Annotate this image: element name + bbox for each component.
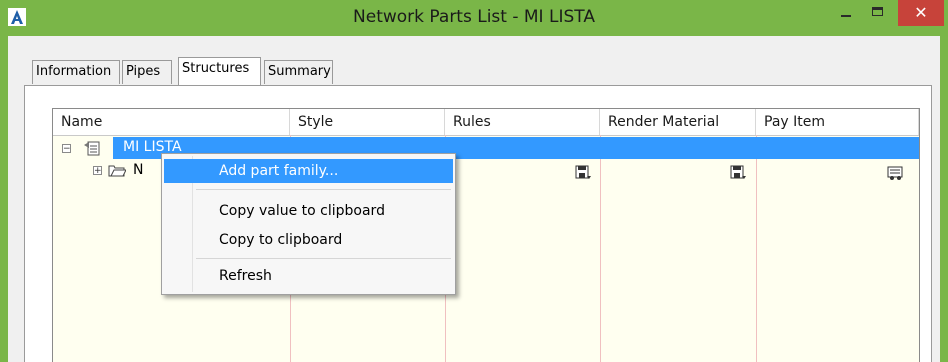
- column-header-render-material[interactable]: Render Material: [600, 109, 756, 135]
- pay-item-edit-icon[interactable]: [887, 165, 905, 181]
- minimize-button[interactable]: [831, 0, 861, 26]
- tab-summary[interactable]: Summary: [264, 60, 333, 84]
- column-header-pay-item[interactable]: Pay Item: [756, 109, 919, 135]
- tab-structures[interactable]: Structures: [178, 57, 261, 85]
- menu-item-copy-to-clipboard[interactable]: Copy to clipboard: [164, 228, 453, 252]
- column-header-rules[interactable]: Rules: [445, 109, 600, 135]
- column-divider: [600, 135, 601, 362]
- context-menu: Add part family... Copy value to clipboa…: [161, 153, 456, 295]
- expand-toggle-icon[interactable]: +: [93, 166, 102, 176]
- menu-item-add-part-family[interactable]: Add part family...: [164, 159, 453, 183]
- maximize-icon: [872, 7, 883, 16]
- folder-icon: [108, 165, 126, 177]
- column-header-style[interactable]: Style: [290, 109, 445, 135]
- render-material-edit-icon[interactable]: [730, 165, 748, 181]
- menu-separator: [196, 189, 451, 190]
- column-divider: [756, 135, 757, 362]
- network-parts-list-window: Network Parts List - MI LISTA ✕ Informat…: [0, 0, 948, 362]
- minimize-icon: [841, 15, 851, 17]
- window-title: Network Parts List - MI LISTA: [353, 7, 595, 27]
- parts-list-icon: [84, 141, 100, 156]
- title-bar[interactable]: Network Parts List - MI LISTA ✕: [0, 0, 948, 36]
- column-header-name[interactable]: Name: [53, 109, 290, 135]
- tab-information[interactable]: Information: [32, 60, 120, 84]
- tab-pipes[interactable]: Pipes: [122, 60, 172, 84]
- menu-item-copy-value-to-clipboard[interactable]: Copy value to clipboard: [164, 199, 453, 223]
- grid-header: Name Style Rules Render Material Pay Ite…: [53, 109, 919, 136]
- maximize-button[interactable]: [863, 0, 893, 26]
- menu-separator: [196, 258, 451, 259]
- row-name-n: N: [133, 162, 144, 178]
- collapse-toggle-icon[interactable]: −: [62, 144, 71, 154]
- menu-item-refresh[interactable]: Refresh: [164, 264, 453, 288]
- rules-edit-icon[interactable]: [575, 165, 593, 181]
- close-button[interactable]: ✕: [898, 0, 944, 26]
